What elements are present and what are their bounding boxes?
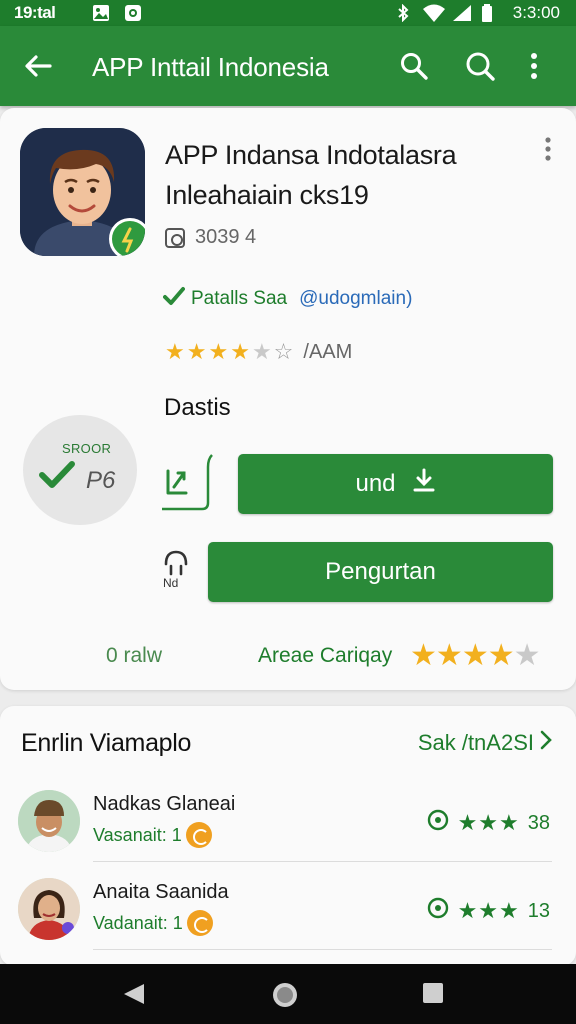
target-icon xyxy=(426,808,450,838)
reviewer-sub-text: Vadanait: 1 xyxy=(93,912,183,933)
back-arrow-icon[interactable] xyxy=(22,50,54,82)
network-label: Nd xyxy=(163,576,179,590)
star-empty-icon: ★ xyxy=(251,339,272,364)
reviewer-sub: Vasanait: 1 xyxy=(93,822,212,848)
system-nav-bar xyxy=(0,964,576,1024)
install-button[interactable]: und xyxy=(238,454,553,514)
score-label: SROOR xyxy=(62,441,112,456)
network-icon[interactable]: Nd xyxy=(160,548,192,592)
secondary-action-label: Pengurtan xyxy=(325,558,436,585)
review-rating: ★★★ 13 xyxy=(426,896,550,926)
star-icon: ★ xyxy=(186,339,207,364)
target-icon xyxy=(426,896,450,926)
reviews-card: Enrlin Viamaplo Sak /tnA2SI Nadkas Glane… xyxy=(0,706,576,966)
rating-tag: /AAM xyxy=(303,340,353,363)
check-icon xyxy=(39,460,75,490)
star-icon: ★ xyxy=(208,339,229,364)
app-details-card: APP Indansa Indotalasra Inleahaiain cks1… xyxy=(0,108,576,690)
average-stars: ★★★★★ xyxy=(410,638,541,673)
star-icon: ★ xyxy=(410,639,437,672)
wifi-icon xyxy=(422,4,446,27)
app-title-line-1: APP Indansa Indotalasra xyxy=(165,140,457,170)
content-rating-icon xyxy=(165,227,185,248)
app-bar: APP Inttail Indonesia xyxy=(0,26,576,106)
star-icon: ★ xyxy=(487,639,515,672)
review-item[interactable]: Anaita Saanida Vadanait: 1 ★★★ 13 xyxy=(0,870,576,950)
install-button-label: und xyxy=(355,470,396,497)
nav-recents-icon[interactable] xyxy=(420,980,446,1011)
reviewer-name: Anaita Saanida xyxy=(93,881,229,903)
reviews-heading: Enrlin Viamaplo xyxy=(21,729,192,757)
developer-name[interactable]: Patalls Saa xyxy=(191,288,287,310)
reviewer-sub-text: Vasanait: 1 xyxy=(93,824,182,845)
status-time: 19:tal xyxy=(14,3,56,22)
app-meta-text: 3039 4 xyxy=(195,226,257,248)
star-icon: ★ xyxy=(435,639,463,672)
star-half-icon: ☆ xyxy=(273,339,294,364)
coin-icon xyxy=(185,822,212,848)
review-count: 13 xyxy=(527,899,550,922)
developer-handle[interactable]: @udogmlain) xyxy=(299,288,412,310)
app-more-icon[interactable] xyxy=(540,136,556,164)
app-bar-title: APP Inttail Indonesia xyxy=(92,52,329,82)
review-count: 38 xyxy=(527,811,550,834)
star-empty-icon: ★ xyxy=(513,639,541,672)
app-icon xyxy=(20,128,145,256)
reviewer-name: Nadkas Glaneai xyxy=(93,793,236,815)
secondary-action-button[interactable]: Pengurtan xyxy=(208,542,553,602)
summary-row: 0 ralw Areae Cariqay ★★★★★ xyxy=(0,638,576,678)
chevron-right-icon xyxy=(540,730,552,756)
see-all-label: Sak /tnA2SI xyxy=(417,730,534,755)
photo-icon xyxy=(92,4,110,27)
star-icon: ★ xyxy=(230,339,250,364)
avatar xyxy=(18,790,80,852)
reviews-count: 0 ralw xyxy=(106,644,163,667)
reviewer-sub: Vadanait: 1 xyxy=(93,910,213,936)
app-meta: 3039 4 xyxy=(165,226,256,249)
nav-back-icon[interactable] xyxy=(120,980,148,1013)
verified-check-icon xyxy=(163,286,185,312)
divider xyxy=(93,861,552,862)
star-icon: ★ xyxy=(165,339,185,364)
status-clock: 3:3:00 xyxy=(512,3,560,22)
divider xyxy=(93,949,552,950)
signal-icon xyxy=(452,4,472,27)
review-stars: ★★★ xyxy=(457,898,520,923)
score-value: P6 xyxy=(86,467,116,494)
battery-icon xyxy=(481,4,493,27)
download-icon xyxy=(412,468,436,501)
rating-stars: ★ ★ ★ ★ ★ ☆ /AAM xyxy=(165,339,352,365)
nav-home-icon[interactable] xyxy=(270,980,300,1015)
see-all-link[interactable]: Sak /tnA2SI xyxy=(418,730,552,756)
search-icon-secondary[interactable] xyxy=(464,50,496,82)
review-rating: ★★★ 38 xyxy=(426,808,550,838)
developer-row[interactable]: Patalls Saa @udogmlain) xyxy=(163,286,412,312)
star-icon: ★ xyxy=(461,639,489,672)
section-label: Dastis xyxy=(164,394,231,421)
avatar xyxy=(18,878,80,940)
app-title: APP Indansa Indotalasra Inleahaiain cks1… xyxy=(165,135,505,215)
score-circle: SROOR P6 xyxy=(23,415,137,525)
review-item[interactable]: Nadkas Glaneai Vasanait: 1 ★★★ 38 xyxy=(0,782,576,862)
search-icon[interactable] xyxy=(398,50,430,82)
app-title-line-2: Inleahaiain cks19 xyxy=(165,180,369,210)
share-icon[interactable] xyxy=(160,453,216,515)
verified-badge-icon xyxy=(109,218,145,256)
average-rating-label: Areae Cariqay xyxy=(258,644,393,667)
bluetooth-icon xyxy=(396,3,410,27)
status-bar: 19:tal 3:3:00 xyxy=(0,0,576,26)
coin-icon xyxy=(186,910,213,936)
review-stars: ★★★ xyxy=(457,810,520,835)
camera-icon xyxy=(124,4,142,27)
more-vert-icon[interactable] xyxy=(526,50,542,82)
